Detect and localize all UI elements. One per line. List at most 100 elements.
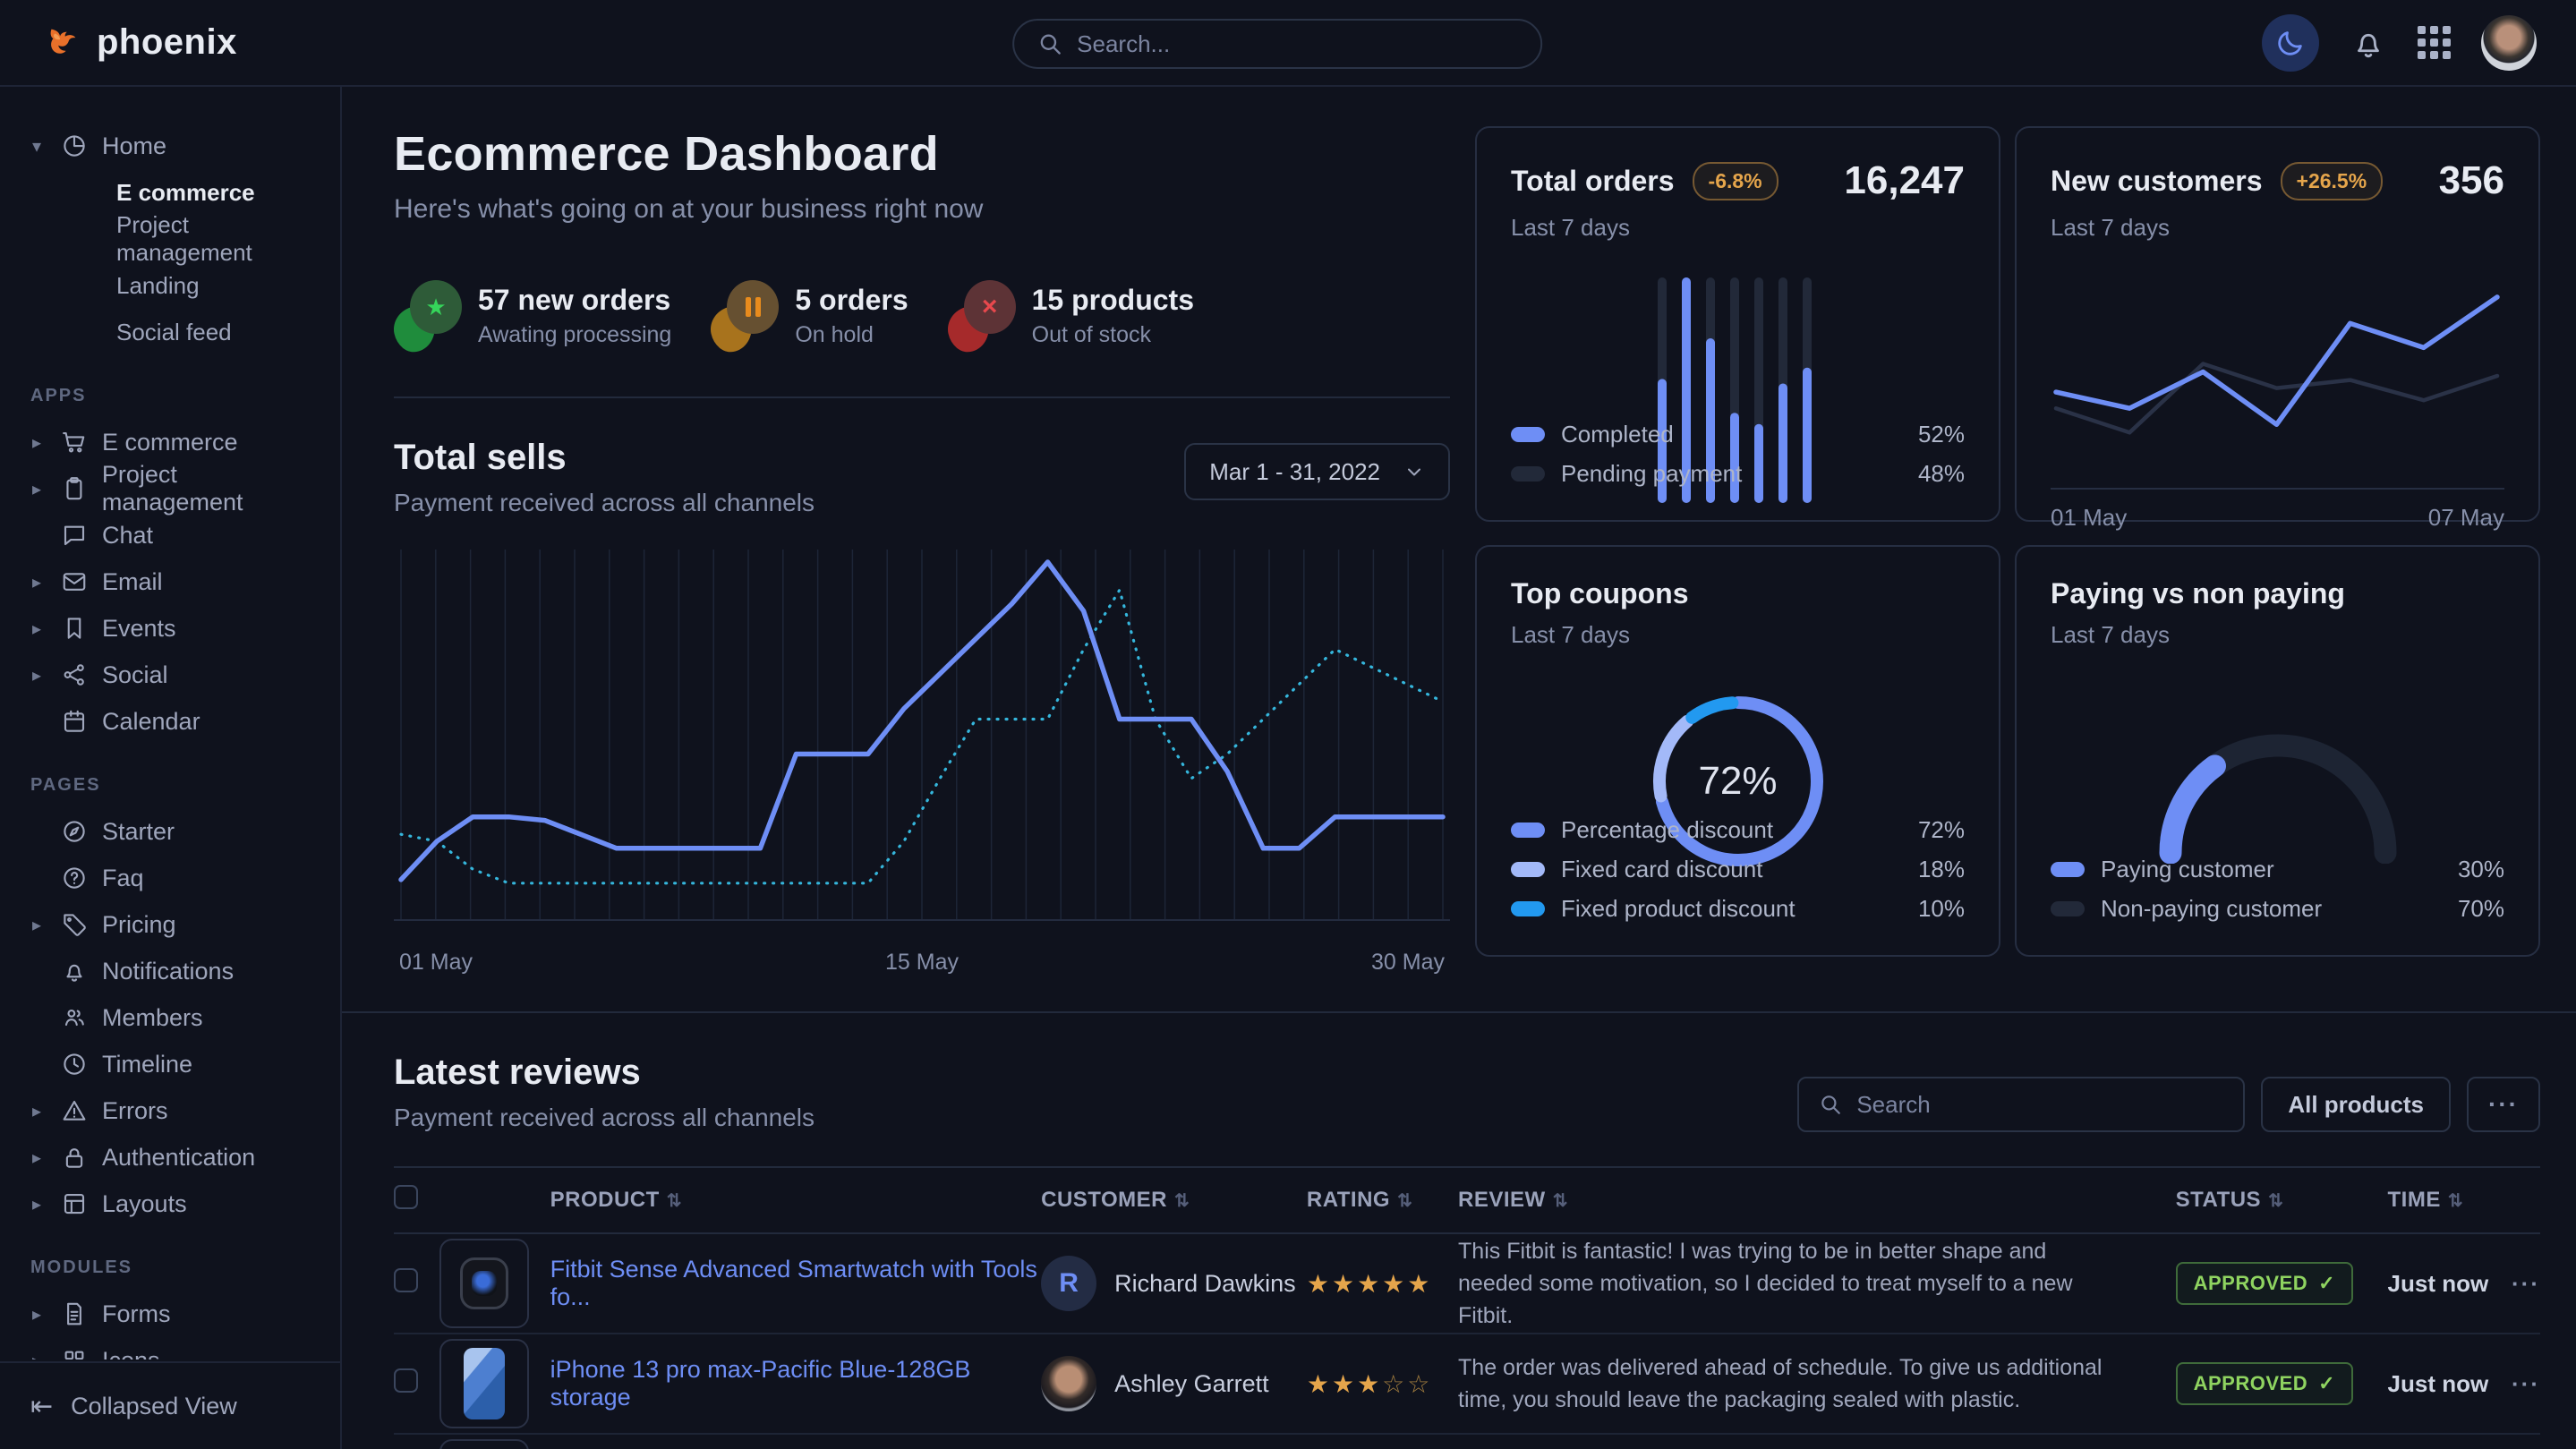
- product-link[interactable]: Fitbit Sense Advanced Smartwatch with To…: [550, 1256, 1037, 1310]
- sidebar-item-e-commerce[interactable]: ▸E commerce: [27, 419, 324, 465]
- new-customers-line-chart: [2051, 261, 2503, 474]
- review-time: Just now: [2388, 1334, 2512, 1434]
- sidebar-item-forms[interactable]: ▸Forms: [27, 1291, 324, 1337]
- sidebar-item-social[interactable]: ▸Social: [27, 652, 324, 698]
- sidebar-item-project-management[interactable]: Project management: [27, 216, 324, 262]
- legend-item: Percentage discount72%: [1511, 810, 1965, 849]
- main-content: Ecommerce Dashboard Here's what's going …: [342, 87, 2576, 1449]
- stat-green: ★57 new ordersAwating processing: [394, 280, 671, 352]
- legend-swatch: [2051, 901, 2085, 916]
- caret-right-icon: ▸: [27, 1100, 47, 1122]
- pie-icon: [61, 132, 88, 159]
- page-subtitle: Here's what's going on at your business …: [394, 194, 1450, 225]
- compass-icon: [61, 818, 88, 845]
- notifications-button[interactable]: [2350, 24, 2387, 62]
- sidebar-item-email[interactable]: ▸Email: [27, 558, 324, 605]
- latest-reviews-subtitle: Payment received across all channels: [394, 1104, 815, 1132]
- column-header-review[interactable]: REVIEW⇅: [1458, 1167, 2176, 1233]
- new-customers-value: 356: [2439, 158, 2504, 203]
- sidebar-item-authentication[interactable]: ▸Authentication: [27, 1134, 324, 1181]
- legend-swatch: [1511, 427, 1545, 442]
- check-icon: ✓: [2318, 1272, 2335, 1295]
- sidebar-item-members[interactable]: Members: [27, 994, 324, 1041]
- top-coupons-legend: Percentage discount72%Fixed card discoun…: [1511, 810, 1965, 928]
- total-orders-legend: Completed 52% Pending payment 48%: [1511, 414, 1965, 493]
- bell-icon: [61, 958, 88, 984]
- search-icon: [1037, 31, 1062, 56]
- legend-value: 30%: [2458, 856, 2504, 883]
- legend-label: Paying customer: [2101, 856, 2274, 883]
- all-products-button[interactable]: All products: [2261, 1077, 2451, 1132]
- user-avatar[interactable]: [2481, 15, 2537, 71]
- legend-label: Completed: [1561, 421, 1674, 448]
- customer-name: Richard Dawkins: [1114, 1270, 1296, 1298]
- product-thumbnail-smartwatch[interactable]: [439, 1239, 529, 1328]
- sidebar-item-project-management[interactable]: ▸Project management: [27, 465, 324, 512]
- chat-icon: [61, 522, 88, 549]
- caret-right-icon: ▸: [27, 1350, 47, 1360]
- star-icon: ★: [394, 280, 462, 352]
- sidebar-item-icons[interactable]: ▸Icons: [27, 1337, 324, 1360]
- moon-icon: [2275, 28, 2306, 58]
- calendar-icon: [61, 708, 88, 735]
- sidebar-item-calendar[interactable]: Calendar: [27, 698, 324, 745]
- new-customers-title: New customers: [2051, 165, 2263, 198]
- brand-name: phoenix: [97, 22, 237, 63]
- row-checkbox[interactable]: [394, 1368, 418, 1393]
- more-options-button[interactable]: ···: [2467, 1077, 2540, 1132]
- legend-value: 48%: [1918, 460, 1965, 488]
- sidebar-item-home[interactable]: ▾Home: [27, 123, 324, 169]
- sidebar-item-starter[interactable]: Starter: [27, 808, 324, 855]
- select-all-checkbox[interactable]: [394, 1185, 418, 1209]
- sort-icon: ⇅: [667, 1191, 682, 1211]
- caret-right-icon: ▸: [27, 914, 47, 936]
- column-header-customer[interactable]: CUSTOMER⇅: [1041, 1167, 1307, 1233]
- product-thumbnail-iphone[interactable]: [439, 1339, 529, 1428]
- sidebar-item-chat[interactable]: Chat: [27, 512, 324, 558]
- collapsed-view-toggle[interactable]: ⇤ Collapsed View: [0, 1361, 340, 1449]
- new-customers-badge: +26.5%: [2281, 162, 2384, 200]
- brand-logo[interactable]: phoenix: [0, 22, 237, 64]
- date-range-select[interactable]: Mar 1 - 31, 2022: [1184, 443, 1450, 500]
- nine-dots-icon: [2418, 26, 2451, 59]
- legend-value: 52%: [1918, 421, 1965, 448]
- clock-icon: [61, 1051, 88, 1078]
- legend-swatch: [1511, 862, 1545, 877]
- check-icon: ✓: [2318, 1372, 2335, 1395]
- global-search-input[interactable]: Search...: [1012, 19, 1542, 69]
- column-header-time[interactable]: TIME⇅: [2388, 1167, 2512, 1233]
- sidebar-item-pricing[interactable]: ▸Pricing: [27, 901, 324, 948]
- bell-icon: [2350, 24, 2387, 62]
- sidebar-item-social-feed[interactable]: Social feed: [27, 309, 324, 355]
- row-more-button[interactable]: ···: [2512, 1370, 2540, 1397]
- theme-toggle-button[interactable]: [2262, 14, 2319, 72]
- sidebar-item-events[interactable]: ▸Events: [27, 605, 324, 652]
- customer-avatar: R: [1041, 1256, 1096, 1311]
- sidebar-item-faq[interactable]: Faq: [27, 855, 324, 901]
- row-more-button[interactable]: ···: [2512, 1270, 2540, 1297]
- sidebar-item-notifications[interactable]: Notifications: [27, 948, 324, 994]
- total-orders-period: Last 7 days: [1511, 214, 1965, 242]
- row-checkbox[interactable]: [394, 1268, 418, 1292]
- legend-item: Pending payment 48%: [1511, 454, 1965, 493]
- sidebar-item-errors[interactable]: ▸Errors: [27, 1087, 324, 1134]
- legend-label: Non-paying customer: [2101, 895, 2322, 923]
- legend-label: Pending payment: [1561, 460, 1742, 488]
- sidebar-item-e-commerce[interactable]: E commerce: [27, 169, 324, 216]
- file-text-icon: [61, 1300, 88, 1327]
- sidebar-item-landing[interactable]: Landing: [27, 262, 324, 309]
- column-header-product[interactable]: PRODUCT⇅: [550, 1167, 1041, 1233]
- sidebar-item-timeline[interactable]: Timeline: [27, 1041, 324, 1087]
- product-link[interactable]: iPhone 13 pro max-Pacific Blue-128GB sto…: [550, 1356, 971, 1411]
- sidebar-item-layouts[interactable]: ▸Layouts: [27, 1181, 324, 1227]
- legend-swatch: [1511, 901, 1545, 916]
- reviews-search-input[interactable]: Search: [1797, 1077, 2245, 1132]
- sort-icon: ⇅: [2268, 1191, 2283, 1211]
- lock-icon: [61, 1144, 88, 1171]
- apps-grid-button[interactable]: [2418, 26, 2451, 59]
- dashboard-left-column: Ecommerce Dashboard Here's what's going …: [394, 126, 1450, 976]
- product-thumbnail[interactable]: [439, 1439, 529, 1449]
- top-coupons-card: Top coupons Last 7 days 72% Percentage d…: [1475, 545, 2000, 957]
- column-header-status[interactable]: STATUS⇅: [2176, 1167, 2388, 1233]
- column-header-rating[interactable]: RATING⇅: [1307, 1167, 1458, 1233]
